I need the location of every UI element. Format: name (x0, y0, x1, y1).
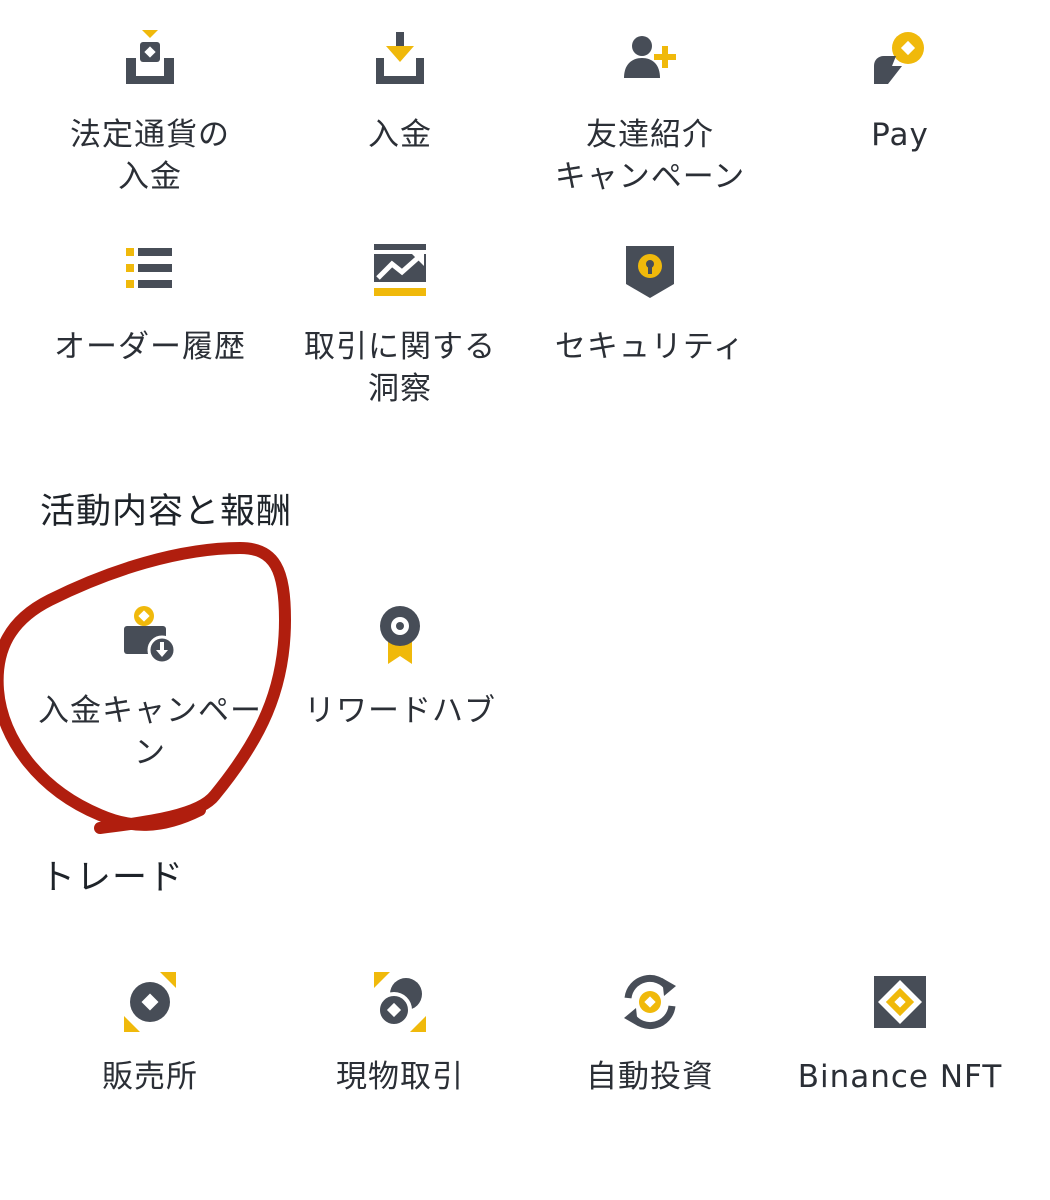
tile-label: 友達紹介 キャンペーン (554, 117, 746, 195)
tile-label: 取引に関する 洞察 (304, 329, 496, 407)
tile-label: 法定通貨の 入金 (70, 117, 230, 195)
auto-invest-icon (618, 970, 682, 1034)
tile-trade-insights[interactable]: 取引に関する 洞察 (275, 240, 525, 410)
deposit-icon (368, 28, 432, 92)
reward-badge-icon (368, 604, 432, 668)
tile-deposit-campaign[interactable]: 入金キャンペー ン (25, 604, 275, 774)
shield-lock-icon (618, 240, 682, 304)
tile-deposit[interactable]: 入金 (275, 28, 525, 156)
spot-trade-icon (368, 970, 432, 1034)
tile-label: 現物取引 (336, 1059, 464, 1095)
tile-label: 自動投資 (586, 1059, 714, 1095)
fiat-deposit-icon (118, 28, 182, 92)
tile-label: Pay (871, 117, 929, 153)
tile-label: 入金 (368, 117, 432, 153)
pay-icon (868, 28, 932, 92)
convert-icon (118, 970, 182, 1034)
tile-label: セキュリティ (554, 329, 746, 365)
order-list-icon (118, 240, 182, 304)
tile-convert[interactable]: 販売所 (25, 970, 275, 1098)
tile-label: Binance NFT (797, 1059, 1003, 1095)
tile-pay[interactable]: Pay (775, 28, 1025, 156)
tile-label: リワードハブ (304, 693, 496, 729)
tile-label: オーダー履歴 (54, 329, 246, 365)
tile-fiat-deposit[interactable]: 法定通貨の 入金 (25, 28, 275, 198)
deposit-campaign-icon (118, 604, 182, 668)
tile-spot-trade[interactable]: 現物取引 (275, 970, 525, 1098)
tile-label: 販売所 (102, 1059, 198, 1095)
section-title-activities: 活動内容と報酬 (40, 492, 293, 532)
tile-reward-hub[interactable]: リワードハブ (275, 604, 525, 732)
tile-label: 入金キャンペー ン (38, 693, 262, 771)
tile-nft[interactable]: Binance NFT (775, 970, 1025, 1098)
nft-icon (868, 970, 932, 1034)
add-friend-icon (618, 28, 682, 92)
section-title-trade: トレード (40, 858, 185, 898)
tile-auto-invest[interactable]: 自動投資 (525, 970, 775, 1098)
trade-chart-icon (368, 240, 432, 304)
tile-referral[interactable]: 友達紹介 キャンペーン (525, 28, 775, 198)
tile-order-history[interactable]: オーダー履歴 (25, 240, 275, 368)
tile-security[interactable]: セキュリティ (525, 240, 775, 368)
